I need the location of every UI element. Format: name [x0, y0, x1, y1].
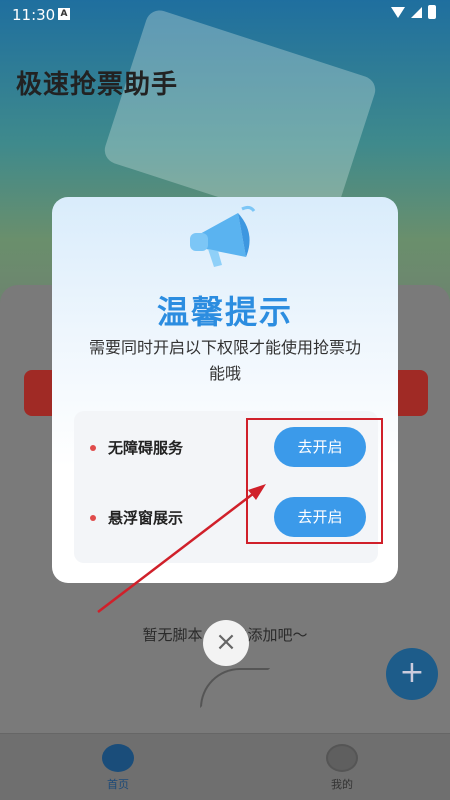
tab-home-label: 首页: [107, 778, 129, 791]
close-dialog-button[interactable]: ×: [203, 620, 249, 666]
add-script-button[interactable]: +: [386, 648, 438, 700]
bottom-tab-bar: 首页 我的: [0, 733, 450, 800]
status-time: 11:30: [12, 6, 56, 24]
battery-icon: [428, 5, 436, 19]
bullet-dot: [90, 515, 96, 521]
annotation-highlight-box: [246, 418, 383, 544]
permission-label: 悬浮窗展示: [108, 509, 184, 527]
dialog-description: 需要同时开启以下权限才能使用抢票功能哦: [88, 338, 361, 383]
tab-profile-label: 我的: [331, 778, 353, 791]
dialog-title: 温馨提示: [156, 293, 293, 331]
notification-a-icon: A: [58, 8, 70, 20]
permission-label: 无障碍服务: [108, 439, 184, 457]
home-icon: [102, 744, 134, 772]
bullet-dot: [90, 445, 96, 451]
status-bar: 11:30 A: [0, 0, 450, 28]
app-title: 极速抢票助手: [16, 70, 179, 100]
tab-profile[interactable]: 我的: [312, 744, 372, 792]
megaphone-icon: [190, 205, 256, 267]
wifi-icon: [391, 6, 405, 18]
tab-home[interactable]: 首页: [88, 744, 148, 792]
profile-icon: [326, 744, 358, 772]
status-icons: [391, 5, 436, 19]
signal-icon: [411, 6, 422, 18]
